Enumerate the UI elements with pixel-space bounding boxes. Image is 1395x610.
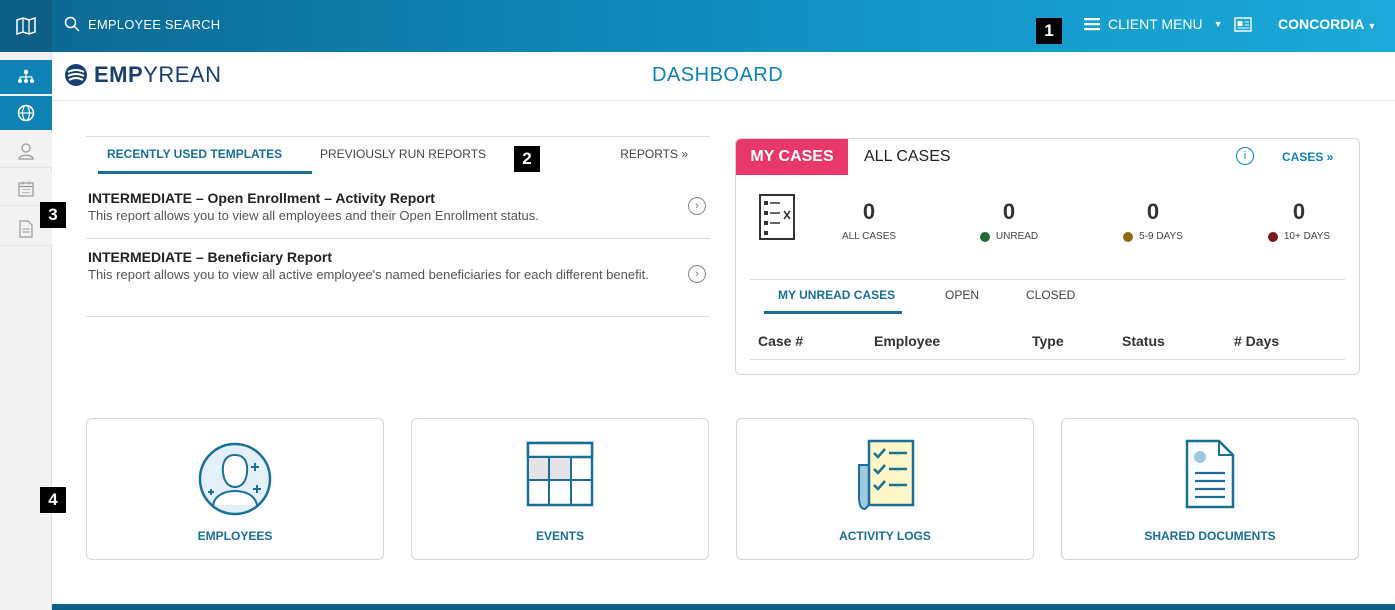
reports-tabs: RECENTLY USED TEMPLATES PREVIOUSLY RUN R…	[86, 136, 710, 174]
logo-text: EMPYREAN	[94, 62, 221, 88]
chevron-down-icon: ▼	[1213, 19, 1223, 29]
column-header-type[interactable]: Type	[1032, 333, 1064, 349]
tab-all-cases[interactable]: ALL CASES	[864, 148, 951, 166]
client-selector[interactable]: CONCORDIA ▼	[1278, 16, 1376, 32]
map-icon	[16, 17, 36, 35]
rail-calendar-button[interactable]	[0, 172, 52, 206]
annotation-marker: 1	[1036, 18, 1062, 44]
calendar-icon	[18, 181, 34, 197]
cases-link[interactable]: CASES »	[1282, 150, 1333, 164]
employee-search[interactable]: EMPLOYEE SEARCH	[64, 16, 220, 32]
header-divider	[52, 100, 1395, 101]
status-dot-icon	[979, 231, 990, 242]
cases-divider	[750, 279, 1345, 280]
shared-document-icon	[1185, 439, 1235, 514]
status-dot-icon	[1267, 231, 1278, 242]
logo-text-bold: EMP	[94, 62, 144, 87]
rail-map-button[interactable]	[0, 0, 52, 52]
report-description: This report allows you to view all activ…	[88, 267, 649, 282]
stat-10-plus-days[interactable]: 0 10+ DAYS	[1244, 199, 1354, 242]
chevron-right-icon[interactable]: ›	[688, 197, 706, 215]
shared-documents-tile-label: SHARED DOCUMENTS	[1144, 529, 1276, 543]
annotation-marker: 2	[514, 146, 540, 172]
events-grid-icon	[526, 439, 594, 514]
annotation-marker: 3	[40, 202, 66, 228]
report-item[interactable]: INTERMEDIATE – Open Enrollment – Activit…	[86, 190, 710, 239]
logo-text-rest: YREAN	[143, 62, 222, 87]
status-dot-icon	[1123, 231, 1134, 242]
tab-my-unread-cases[interactable]: MY UNREAD CASES	[778, 288, 895, 302]
stat-label: 10+ DAYS	[1244, 231, 1354, 242]
stat-all-cases[interactable]: 0 ALL CASES	[814, 199, 924, 242]
annotation-marker: 4	[40, 487, 66, 513]
stat-value: 0	[1002, 199, 1016, 224]
column-header-status[interactable]: Status	[1122, 333, 1165, 349]
page-title: DASHBOARD	[652, 64, 784, 86]
employees-tile[interactable]: EMPLOYEES	[86, 418, 384, 560]
stat-label-text: 10+ DAYS	[1283, 231, 1331, 242]
info-icon[interactable]: i	[1236, 147, 1254, 165]
active-subtab-indicator	[764, 311, 902, 314]
stat-label-text: ALL CASES	[841, 231, 897, 242]
report-title[interactable]: INTERMEDIATE – Open Enrollment – Activit…	[88, 190, 435, 206]
globe-icon	[17, 104, 35, 122]
top-bar: EMPLOYEE SEARCH CLIENT MENU ▼ CONCORDIA ▼	[52, 0, 1395, 52]
rail-user-button[interactable]	[0, 134, 52, 168]
stat-label-text: UNREAD	[995, 231, 1039, 242]
search-icon	[64, 16, 80, 32]
tab-closed-cases[interactable]: CLOSED	[1026, 288, 1075, 302]
column-header-days[interactable]: # Days	[1234, 333, 1279, 349]
footer-bar	[52, 604, 1395, 610]
case-checklist-icon	[759, 194, 795, 240]
employee-search-label: EMPLOYEE SEARCH	[88, 16, 221, 32]
empyrean-logo-icon	[65, 64, 87, 86]
tab-my-cases[interactable]: MY CASES	[736, 139, 848, 175]
stat-value: 0	[1292, 199, 1306, 224]
left-rail	[0, 0, 52, 610]
org-chart-icon	[18, 69, 34, 83]
stat-unread[interactable]: 0 UNREAD	[954, 199, 1064, 242]
tab-recently-used-templates[interactable]: RECENTLY USED TEMPLATES	[107, 147, 282, 161]
reports-link[interactable]: REPORTS »	[620, 147, 688, 161]
employees-icon	[197, 441, 273, 522]
empyrean-logo[interactable]: EMPYREAN	[64, 62, 221, 88]
shared-documents-tile[interactable]: SHARED DOCUMENTS	[1061, 418, 1359, 560]
tab-open-cases[interactable]: OPEN	[945, 288, 979, 302]
checklist-icon	[849, 439, 921, 516]
column-header-employee[interactable]: Employee	[874, 333, 940, 349]
report-item[interactable]: INTERMEDIATE – Beneficiary Report This r…	[86, 249, 710, 317]
stat-value: 0	[862, 199, 876, 224]
client-menu-label: CLIENT MENU	[1108, 16, 1203, 32]
chevron-down-icon: ▼	[1367, 21, 1377, 31]
events-tile-label: EVENTS	[535, 529, 584, 543]
activity-logs-tile[interactable]: ACTIVITY LOGS	[736, 418, 1034, 560]
stat-label: ALL CASES	[814, 231, 924, 242]
id-card-icon	[1234, 17, 1252, 32]
id-card-button[interactable]	[1234, 17, 1252, 37]
rail-globe-button[interactable]	[0, 96, 52, 130]
events-tile[interactable]: EVENTS	[411, 418, 709, 560]
stat-label-text: 5-9 DAYS	[1139, 231, 1183, 242]
table-header-line	[750, 359, 1345, 360]
stat-label: 5-9 DAYS	[1098, 231, 1208, 242]
active-tab-indicator	[98, 171, 312, 174]
chevron-right-icon[interactable]: ›	[688, 265, 706, 283]
activity-logs-tile-label: ACTIVITY LOGS	[839, 529, 931, 543]
document-icon	[19, 219, 33, 238]
rail-org-button[interactable]	[0, 60, 52, 94]
stat-label: UNREAD	[954, 231, 1064, 242]
client-name: CONCORDIA	[1278, 16, 1365, 32]
menu-list-icon	[1084, 18, 1100, 31]
tab-previously-run-reports[interactable]: PREVIOUSLY RUN REPORTS	[320, 147, 486, 161]
report-description: This report allows you to view all emplo…	[88, 208, 539, 223]
column-header-case-number[interactable]: Case #	[758, 333, 803, 349]
employees-tile-label: EMPLOYEES	[197, 529, 273, 543]
stat-value: 0	[1146, 199, 1160, 224]
user-icon	[18, 142, 34, 160]
cases-card: MY CASES ALL CASES i CASES » 0 ALL CASES…	[735, 138, 1360, 375]
stat-5-9-days[interactable]: 0 5-9 DAYS	[1098, 199, 1208, 242]
client-menu-button[interactable]: CLIENT MENU ▼	[1084, 16, 1223, 32]
report-title[interactable]: INTERMEDIATE – Beneficiary Report	[88, 249, 332, 265]
